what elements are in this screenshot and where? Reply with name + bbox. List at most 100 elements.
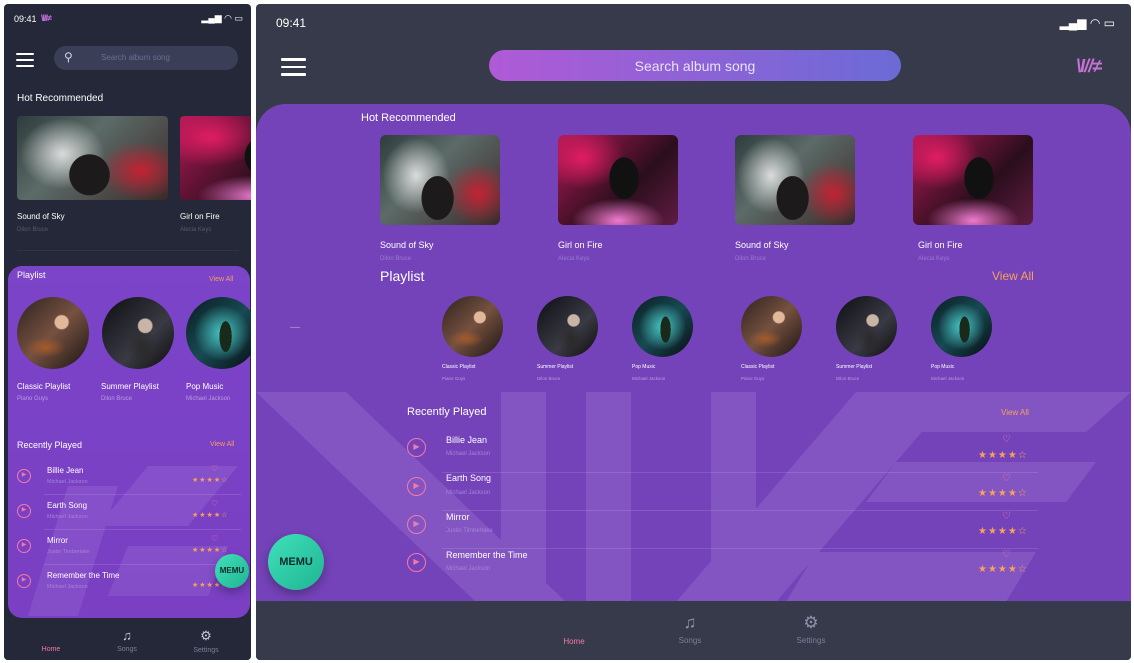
music-note-icon: ♫: [683, 613, 697, 632]
home-grid-icon: [45, 630, 58, 643]
play-icon[interactable]: ▶: [407, 438, 426, 457]
heart-icon[interactable]: ♡: [1002, 434, 1011, 445]
play-icon[interactable]: ▶: [17, 504, 31, 518]
status-bar: 09:41 \I//≠ ▂▄▆ ◠ ▭: [4, 4, 251, 34]
search-input[interactable]: ⚲ Search album song: [54, 46, 238, 70]
album-artist: Dilon Bruce: [17, 227, 49, 233]
album-card[interactable]: [913, 135, 1033, 225]
playlist-artist: Dilon Bruce: [101, 396, 133, 402]
song-title: Mirror: [47, 536, 68, 545]
divider: [442, 472, 1038, 473]
gear-icon: ⚙: [803, 613, 819, 632]
tab-home[interactable]: Home: [554, 617, 594, 646]
heart-icon[interactable]: ♡: [211, 534, 218, 543]
playlist-disc[interactable]: [442, 296, 503, 357]
tab-home-label: Home: [563, 637, 585, 646]
recently-played-title: Recently Played: [407, 406, 487, 418]
recent-view-all-link[interactable]: View All: [1001, 408, 1029, 417]
heart-icon[interactable]: ♡: [1002, 473, 1011, 484]
play-icon[interactable]: ▶: [407, 553, 426, 572]
tab-home-label: Home: [41, 646, 61, 653]
rating-stars[interactable]: ★★★★☆: [192, 511, 228, 519]
playlist-name: Pop Music: [632, 364, 656, 370]
search-placeholder: Search album song: [101, 53, 170, 62]
song-artist: Justin Timberlake: [446, 528, 493, 534]
album-card[interactable]: [558, 135, 678, 225]
tab-songs-label: Songs: [117, 646, 137, 653]
memu-fab-button[interactable]: MEMU: [215, 554, 249, 588]
tab-songs[interactable]: ♫ Songs: [110, 628, 144, 653]
playlist-artist: Michael Jackson: [931, 376, 965, 381]
heart-icon[interactable]: ♡: [1002, 549, 1011, 560]
song-title: Earth Song: [446, 473, 492, 483]
playlist-view-all-link[interactable]: View All: [209, 276, 233, 283]
album-title: Sound of Sky: [735, 240, 789, 250]
heart-icon[interactable]: ♡: [1002, 511, 1011, 522]
recent-view-all-link[interactable]: View All: [210, 441, 234, 448]
heart-icon[interactable]: ♡: [211, 499, 218, 508]
playlist-disc[interactable]: [537, 296, 598, 357]
rating-stars[interactable]: ★★★★☆: [192, 546, 228, 554]
tab-songs[interactable]: ♫ Songs: [670, 613, 710, 645]
heart-icon[interactable]: ♡: [211, 464, 218, 473]
playlist-disc[interactable]: [102, 297, 174, 369]
rating-stars[interactable]: ★★★★☆: [192, 476, 228, 484]
play-icon[interactable]: ▶: [407, 515, 426, 534]
status-time: 09:41: [14, 14, 37, 24]
album-artist: Alecia Keys: [558, 256, 590, 262]
playlist-disc[interactable]: [632, 296, 693, 357]
album-card[interactable]: [380, 135, 500, 225]
gear-icon: ⚙: [200, 628, 212, 643]
play-icon[interactable]: ▶: [17, 574, 31, 588]
search-placeholder: Search album song: [634, 58, 756, 74]
search-input[interactable]: Search album song: [489, 50, 901, 81]
song-title: Billie Jean: [446, 435, 488, 445]
bottom-tab-bar: Home ♫ Songs ⚙ Settings: [4, 620, 251, 660]
playlist-disc[interactable]: [186, 297, 251, 369]
album-card[interactable]: [735, 135, 855, 225]
divider: [44, 529, 241, 530]
playlist-name: Pop Music: [931, 364, 955, 370]
playlist-artist: Piano Guys: [17, 396, 49, 402]
playlist-disc[interactable]: [741, 296, 802, 357]
status-time: 09:41: [276, 16, 307, 30]
collapse-icon[interactable]: —: [290, 322, 300, 333]
tab-settings[interactable]: ⚙ Settings: [789, 613, 833, 645]
rating-stars[interactable]: ★★★★☆: [978, 564, 1028, 575]
brand-logo: \I//≠: [1076, 56, 1102, 76]
play-icon[interactable]: ▶: [407, 477, 426, 496]
song-title: Billie Jean: [47, 466, 84, 475]
tab-settings[interactable]: ⚙ Settings: [186, 628, 226, 654]
play-icon[interactable]: ▶: [17, 539, 31, 553]
album-title: Sound of Sky: [17, 212, 65, 221]
status-bar: 09:41 ▂▄▆ ◠ ▭: [256, 4, 1131, 44]
album-card[interactable]: [180, 116, 251, 200]
rating-stars[interactable]: ★★★★☆: [978, 450, 1028, 461]
divider: [442, 548, 1038, 549]
song-title: Earth Song: [47, 501, 88, 510]
signal-wifi-battery-icon: ▂▄▆ ◠ ▭: [201, 13, 243, 23]
playlist-disc[interactable]: [836, 296, 897, 357]
top-bar: ⚲ Search album song: [4, 42, 251, 74]
rating-stars[interactable]: ★★★★☆: [978, 488, 1028, 499]
album-card[interactable]: [17, 116, 168, 200]
menu-icon[interactable]: [281, 58, 306, 76]
tab-home[interactable]: Home: [34, 630, 68, 653]
memu-fab-button[interactable]: MEMU: [268, 534, 324, 590]
playlist-title: Playlist: [17, 270, 46, 280]
divider: [17, 250, 239, 251]
playlist-artist: Michael Jackson: [186, 396, 231, 402]
play-icon[interactable]: ▶: [17, 469, 31, 483]
playlist-name: Pop Music: [186, 382, 224, 391]
song-title: Remember the Time: [47, 571, 120, 580]
song-artist: Michael Jackson: [446, 566, 491, 572]
home-grid-icon: [566, 617, 583, 634]
playlist-disc[interactable]: [17, 297, 89, 369]
playlist-view-all-link[interactable]: View All: [992, 269, 1034, 283]
signal-wifi-battery-icon: ▂▄▆ ◠ ▭: [1059, 16, 1115, 30]
menu-icon[interactable]: [16, 53, 34, 67]
phone-screen: 09:41 \I//≠ ▂▄▆ ◠ ▭ ⚲ Search album song …: [4, 4, 251, 660]
playlist-name: Summer Playlist: [836, 364, 873, 370]
playlist-disc[interactable]: [931, 296, 992, 357]
rating-stars[interactable]: ★★★★☆: [978, 526, 1028, 537]
